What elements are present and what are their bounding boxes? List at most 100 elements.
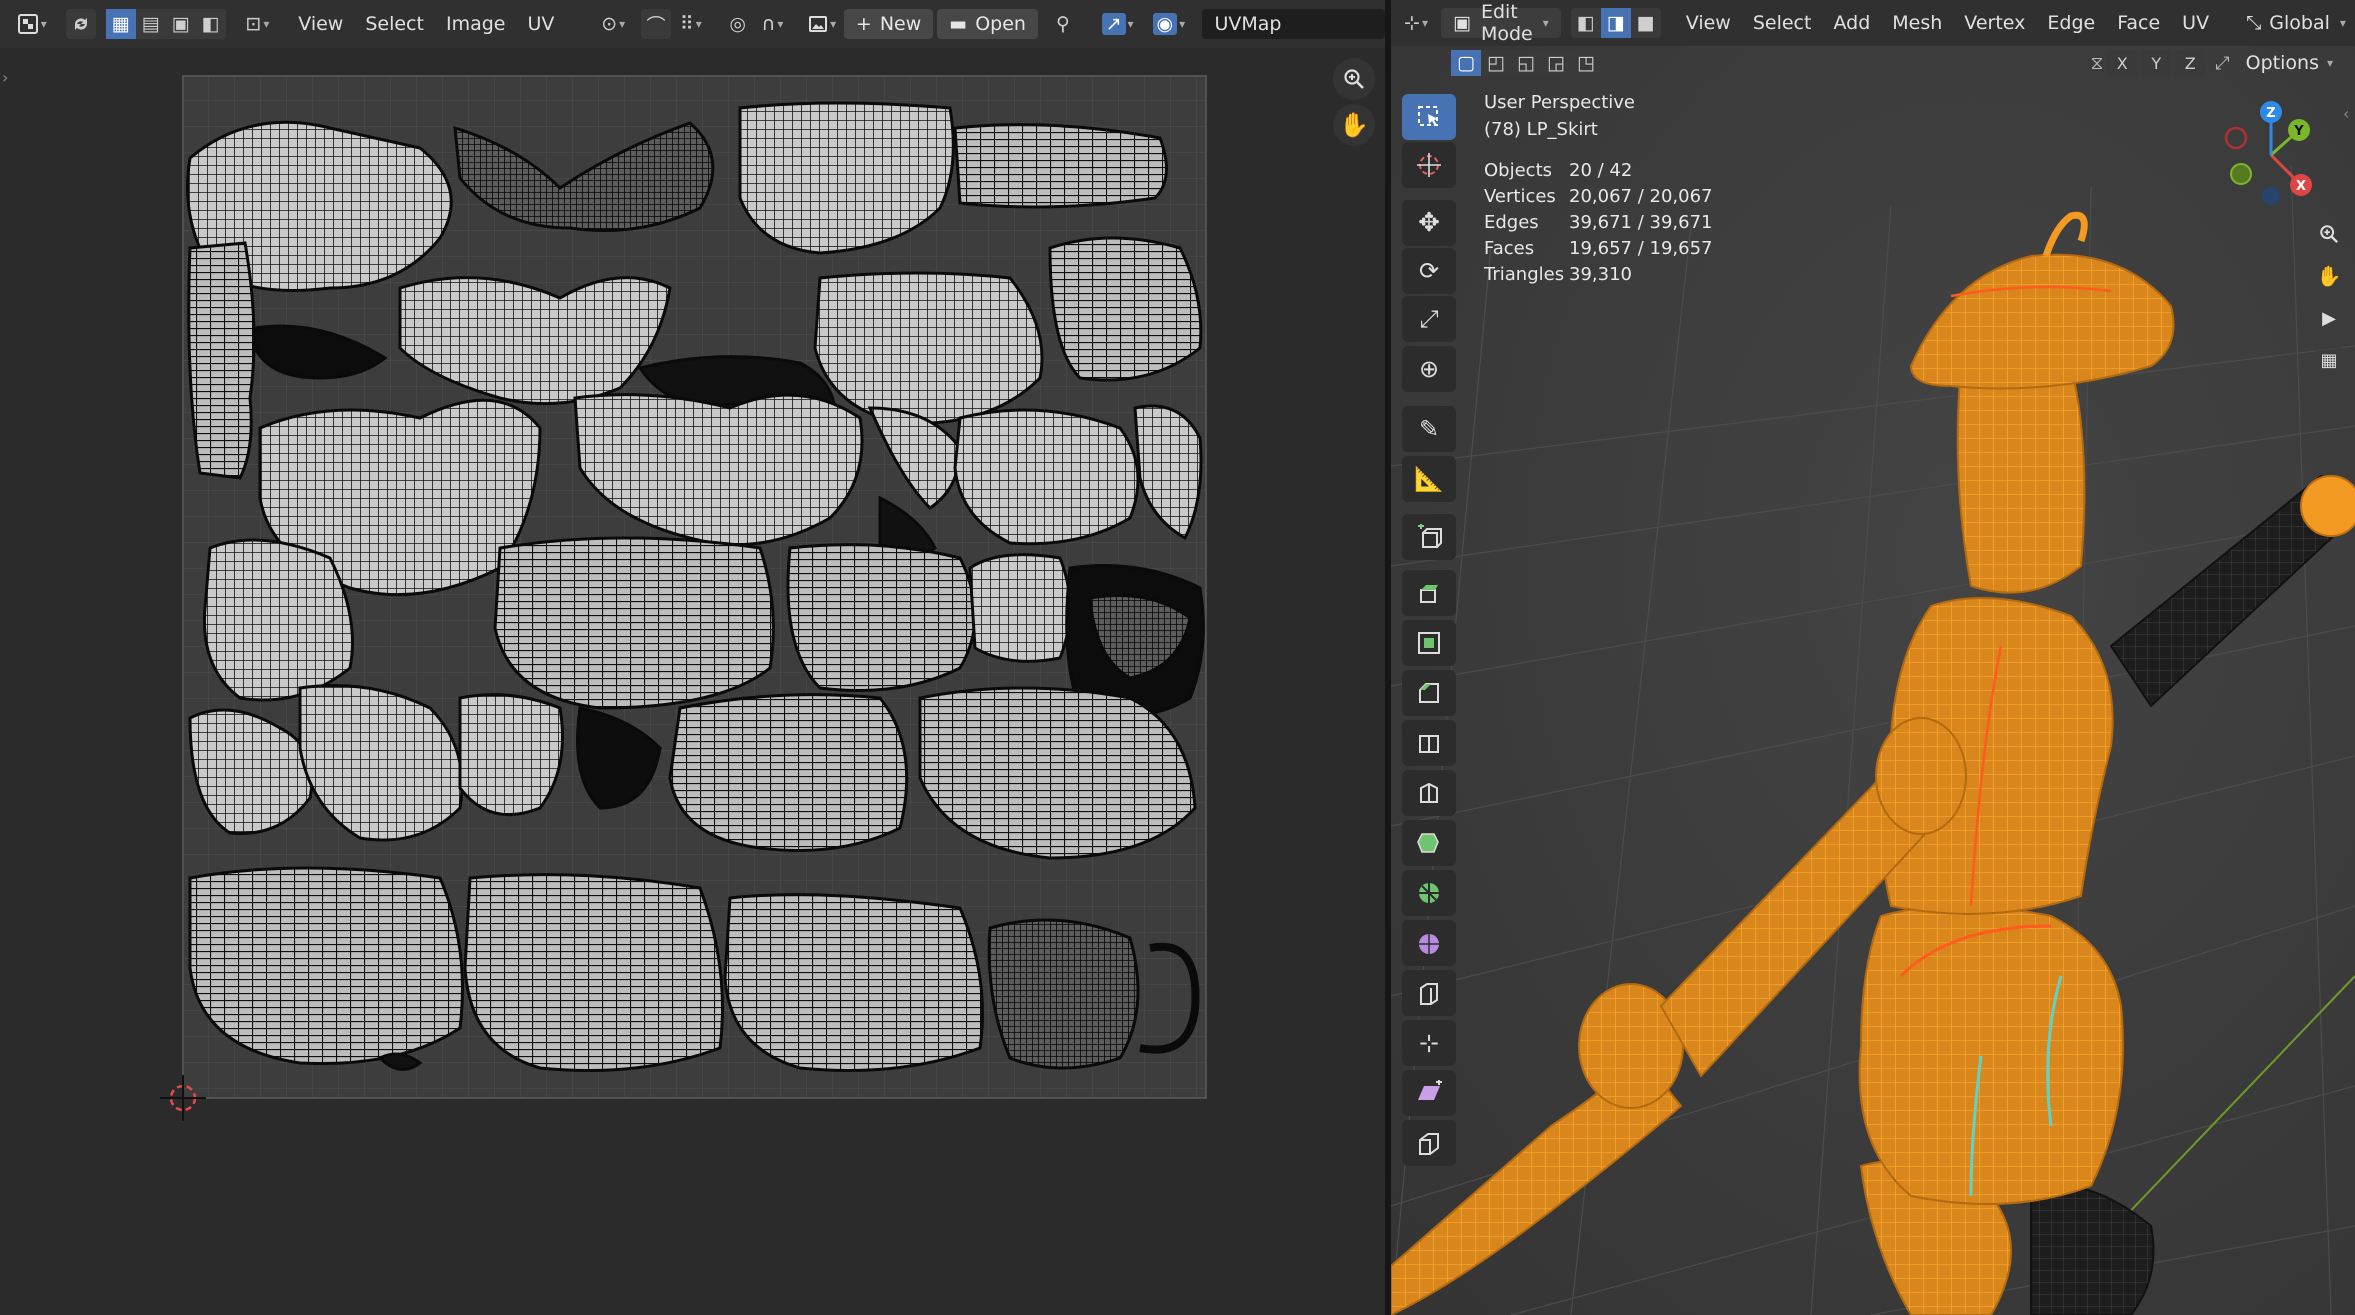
- vp-sidebar-toggle-icon[interactable]: ‹: [2343, 104, 2349, 123]
- move-tool[interactable]: ✥: [1402, 200, 1456, 246]
- stat-label: Faces: [1484, 238, 1535, 259]
- select-subtract-icon[interactable]: ◱: [1511, 50, 1541, 76]
- image-browse-button[interactable]: ▾: [802, 9, 842, 39]
- menu-image[interactable]: Image: [435, 13, 517, 35]
- vp-menu-edge[interactable]: Edge: [2036, 12, 2106, 34]
- uv-pan-button[interactable]: ✋: [1333, 104, 1375, 146]
- mode-dropdown[interactable]: ▣ Edit Mode ▾: [1441, 1, 1561, 45]
- vp-menu-select[interactable]: Select: [1742, 12, 1823, 34]
- scale-tool[interactable]: ⤢: [1402, 296, 1456, 342]
- transform-tool[interactable]: ⊕: [1402, 346, 1456, 392]
- auto-merge-icon[interactable]: ⤢: [2215, 53, 2229, 74]
- measure-tool[interactable]: 📐: [1402, 456, 1456, 502]
- mirror-icon: ⧖: [2090, 52, 2104, 74]
- mirror-y-toggle[interactable]: Y: [2141, 50, 2172, 76]
- rotate-tool[interactable]: ⟳: [1402, 248, 1456, 294]
- select-new-icon[interactable]: ▢: [1451, 50, 1481, 76]
- vp-menu-vertex[interactable]: Vertex: [1953, 12, 2036, 34]
- mirror-z-toggle[interactable]: Z: [2175, 50, 2206, 76]
- smooth-tool[interactable]: [1402, 920, 1456, 966]
- knife-tool[interactable]: [1402, 770, 1456, 816]
- menu-uv[interactable]: UV: [516, 13, 565, 35]
- gizmo-y-label: Y: [2293, 124, 2304, 139]
- viewport-header: ⊹ ▾ ▣ Edit Mode ▾ ◧ ◨ ■ View Select Add M…: [1391, 0, 2355, 46]
- stat-value: 20,067 / 20,067: [1569, 186, 1713, 207]
- camera-view-button[interactable]: ▶: [2311, 300, 2347, 336]
- falloff-curve-button[interactable]: ∩ ▾: [753, 9, 793, 39]
- new-image-button[interactable]: + New: [843, 9, 934, 39]
- uv-sticky-icon: ↗: [1101, 13, 1126, 35]
- inset-tool[interactable]: [1402, 620, 1456, 666]
- shrink-fatten-tool[interactable]: ⊹: [1402, 1020, 1456, 1066]
- rip-icon: [1419, 1133, 1439, 1155]
- vp-menu-face[interactable]: Face: [2106, 12, 2171, 34]
- face-mode-icon[interactable]: ■: [1631, 8, 1661, 38]
- uvmap-field[interactable]: UVMap: [1202, 9, 1385, 39]
- chevron-down-icon: ▾: [1421, 16, 1428, 30]
- viewport-scene: [1391, 46, 2355, 1315]
- poly-build-tool[interactable]: [1402, 820, 1456, 866]
- uv-sync-selection-button[interactable]: [65, 9, 96, 39]
- uv-editor-canvas[interactable]: ✋ ›: [0, 48, 1385, 1315]
- sticky-selection-button[interactable]: ⊡ ▾: [238, 9, 278, 39]
- menu-select[interactable]: Select: [354, 13, 435, 35]
- select-intersect-icon[interactable]: ◳: [1571, 50, 1601, 76]
- open-image-button[interactable]: ▬ Open: [937, 9, 1038, 39]
- uv-selection-display-button[interactable]: ↗ ▾: [1096, 9, 1139, 39]
- navigation-gizmo[interactable]: Z Y X: [2211, 100, 2331, 210]
- add-cube-tool[interactable]: [1402, 514, 1456, 560]
- gizmo-x-label: X: [2296, 179, 2306, 194]
- cursor-tool[interactable]: [1402, 142, 1456, 188]
- stat-label: Triangles: [1484, 264, 1565, 285]
- vp-pan-button[interactable]: ✋: [2311, 258, 2347, 294]
- vertex-mode-icon[interactable]: ◧: [1571, 8, 1601, 38]
- spin-tool[interactable]: [1402, 870, 1456, 916]
- inset-icon: [1418, 632, 1440, 654]
- uv-zoom-button[interactable]: [1333, 58, 1375, 100]
- shear-tool[interactable]: [1402, 1070, 1456, 1116]
- orientation-dropdown[interactable]: ⤡ Global ▾: [2234, 8, 2355, 38]
- proportional-edit-toggle[interactable]: ⌒: [641, 9, 672, 39]
- chevron-down-icon: ▾: [1127, 17, 1134, 31]
- mirror-x-toggle[interactable]: X: [2107, 50, 2138, 76]
- sidebar-toggle-icon[interactable]: ›: [2, 68, 8, 87]
- hand-icon: ✋: [2316, 264, 2342, 288]
- bevel-tool[interactable]: [1402, 670, 1456, 716]
- edge-mode-icon[interactable]: ◨: [1600, 8, 1631, 38]
- snap-button[interactable]: ⠿ ▾: [671, 9, 711, 39]
- rip-region-tool[interactable]: [1402, 1120, 1456, 1166]
- menu-view[interactable]: View: [287, 13, 354, 35]
- edge-slide-tool[interactable]: [1402, 970, 1456, 1016]
- stat-label: Vertices: [1484, 186, 1556, 207]
- options-dropdown[interactable]: Options ▾: [2234, 50, 2345, 76]
- viewport-3d[interactable]: ▢ ◰ ◱ ◲ ◳ ⧖ X Y Z ⤢ Options ▾ User Persp…: [1391, 46, 2355, 1315]
- perspective-toggle-button[interactable]: ▦: [2311, 342, 2347, 378]
- overlay-icon: ◉: [1152, 13, 1178, 35]
- vp-menu-view[interactable]: View: [1675, 12, 1742, 34]
- vp-menu-mesh[interactable]: Mesh: [1881, 12, 1953, 34]
- uv-overlay-button[interactable]: ◉ ▾: [1147, 9, 1190, 39]
- chevron-down-icon: ▾: [830, 17, 837, 31]
- face-select-icon[interactable]: ▣: [166, 9, 196, 39]
- uv-select-mode-group: ▦ ▤ ▣ ◧: [105, 9, 226, 39]
- select-box-tool[interactable]: [1402, 94, 1456, 140]
- editor-type-uv-button[interactable]: ▾: [12, 9, 52, 39]
- vertex-select-icon[interactable]: ▦: [105, 9, 136, 39]
- scale-icon: ⤢: [1419, 305, 1439, 333]
- select-invert-icon[interactable]: ◲: [1541, 50, 1571, 76]
- extrude-tool[interactable]: [1402, 570, 1456, 616]
- edge-select-icon[interactable]: ▤: [136, 9, 166, 39]
- select-extend-icon[interactable]: ◰: [1481, 50, 1511, 76]
- proportional-falloff-button[interactable]: ◎: [723, 9, 753, 39]
- vp-zoom-button[interactable]: [2311, 216, 2347, 252]
- pivot-point-button[interactable]: ⊙ ▾: [593, 9, 633, 39]
- island-select-icon[interactable]: ◧: [196, 9, 226, 39]
- loop-cut-tool[interactable]: [1402, 720, 1456, 766]
- vp-menu-add[interactable]: Add: [1822, 12, 1881, 34]
- editor-type-3d-button[interactable]: ⊹ ▾: [1401, 8, 1431, 38]
- transform-orientation-icon: ⤡: [2246, 12, 2262, 34]
- annotate-tool[interactable]: ✎: [1402, 406, 1456, 452]
- pin-button[interactable]: ⚲: [1048, 9, 1078, 39]
- vp-menu-uv[interactable]: UV: [2171, 12, 2220, 34]
- sticky-select-icon: ⊡: [245, 13, 262, 35]
